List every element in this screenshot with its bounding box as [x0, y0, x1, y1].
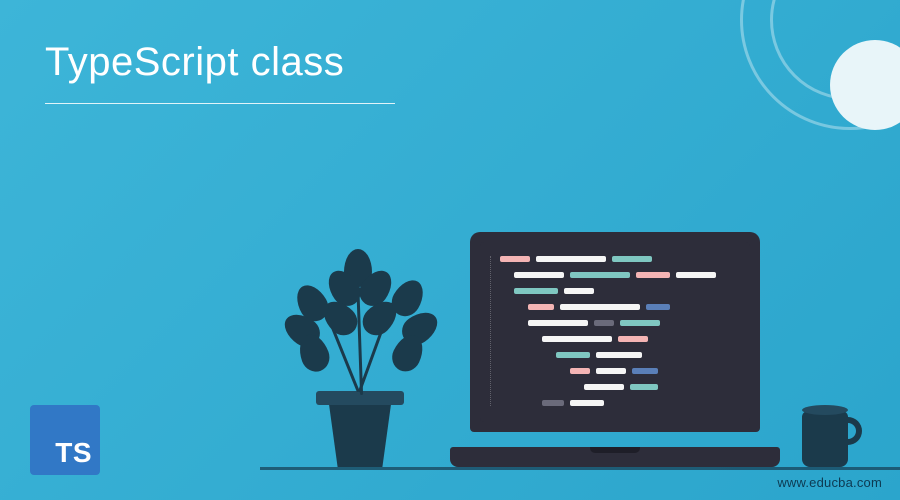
laptop-screen — [480, 242, 750, 422]
code-line — [514, 272, 736, 278]
mug-top — [802, 405, 848, 415]
banner-root: TypeScript class TS — [0, 0, 900, 500]
ts-badge-label: TS — [55, 437, 92, 469]
mug-handle — [842, 417, 862, 445]
code-line — [528, 320, 736, 326]
code-line — [528, 304, 736, 310]
code-line — [500, 256, 736, 262]
laptop-notch — [590, 447, 640, 453]
code-line — [514, 288, 736, 294]
page-title: TypeScript class — [45, 40, 395, 99]
plant-icon — [270, 247, 450, 467]
desk-surface — [260, 467, 900, 470]
laptop-screen-frame — [470, 232, 760, 432]
website-url: www.educba.com — [777, 475, 882, 490]
code-line — [542, 400, 736, 406]
code-line — [556, 352, 736, 358]
laptop-icon — [450, 232, 780, 467]
code-line — [584, 384, 736, 390]
title-block: TypeScript class — [45, 40, 395, 104]
title-underline — [45, 103, 395, 104]
typescript-logo-icon: TS — [30, 405, 100, 475]
mug-icon — [802, 405, 860, 467]
code-line-numbers — [490, 256, 492, 406]
code-line — [542, 336, 736, 342]
plant-pot — [320, 397, 400, 467]
code-line — [570, 368, 736, 374]
